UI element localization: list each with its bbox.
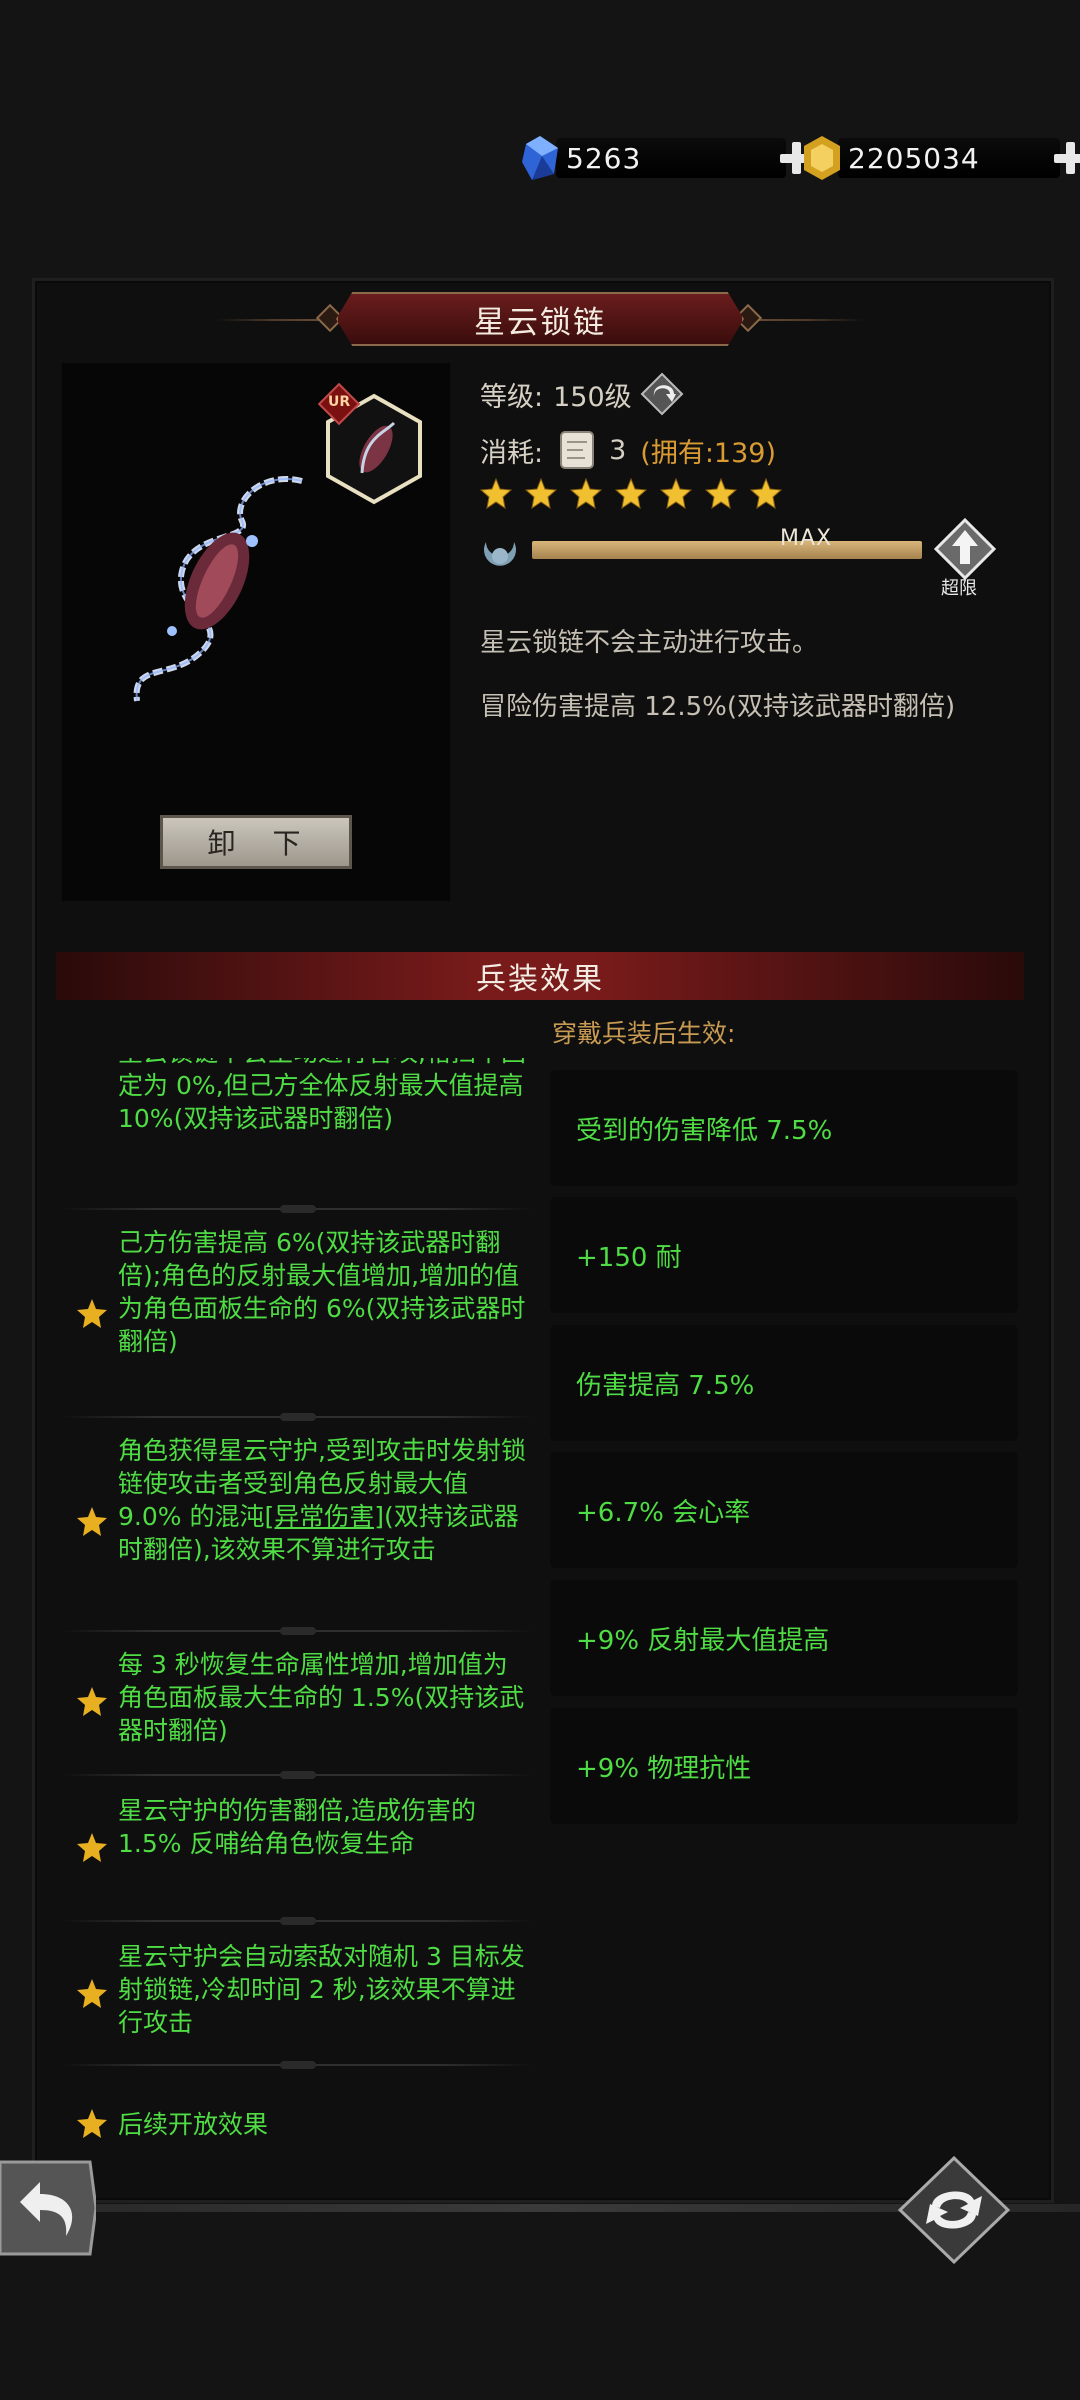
effect-text: 每 3 秒恢复生命属性增加,增加值为角色面板最大生命的 1.5%(双持该武器时翻… bbox=[118, 1650, 525, 1745]
attribute-card: +9% 反射最大值提高 bbox=[550, 1580, 1018, 1696]
effect-item: 星云锁链不会主动进行普攻,格挡率固定为 0%,但己方全体反射最大值提高 10%(… bbox=[56, 1058, 538, 1168]
level-value: 150级 bbox=[553, 381, 632, 413]
level-reset-icon[interactable] bbox=[640, 372, 684, 416]
star-rating bbox=[480, 478, 782, 510]
scroll-material-icon bbox=[560, 431, 595, 469]
weapon-description: 星云锁链不会主动进行攻击。 bbox=[480, 628, 819, 658]
back-arrow-icon[interactable] bbox=[0, 2158, 96, 2258]
gem-count: 5263 bbox=[556, 138, 786, 178]
star-icon bbox=[615, 478, 647, 510]
gold-icon bbox=[804, 136, 840, 180]
effect-divider bbox=[60, 1205, 534, 1213]
star-icon bbox=[77, 1979, 107, 2008]
star-icon bbox=[525, 478, 557, 510]
level-row: 等级: 150级 bbox=[480, 372, 684, 416]
chain-weapon-image bbox=[133, 476, 303, 702]
star-icon bbox=[480, 478, 512, 510]
effect-item: 星云守护会自动索敌对随机 3 目标发射锁链,冷却时间 2 秒,该效果不算进行攻击 bbox=[56, 1940, 538, 2050]
breakthrough-icon[interactable] bbox=[932, 518, 998, 580]
owned-count: (拥有:139) bbox=[640, 437, 776, 469]
star-icon bbox=[77, 1507, 107, 1536]
attribute-card: +9% 物理抗性 bbox=[550, 1708, 1018, 1824]
rarity-label: UR bbox=[328, 394, 351, 410]
cost-amount: 3 bbox=[609, 434, 627, 466]
title-divider bbox=[750, 319, 864, 321]
cost-row: 消耗: 3 (拥有:139) bbox=[480, 428, 776, 472]
level-progress-bar bbox=[532, 541, 922, 559]
weapon-bonus-description: 冒险伤害提高 12.5%(双持该武器时翻倍) bbox=[480, 692, 956, 722]
effect-item: 后续开放效果 bbox=[56, 2108, 538, 2140]
star-icon bbox=[77, 1833, 107, 1862]
effect-item: 己方伤害提高 6%(双持该武器时翻倍);角色的反射最大值增加,增加的值为角色面板… bbox=[56, 1226, 538, 1406]
attribute-card: 受到的伤害降低 7.5% bbox=[550, 1070, 1018, 1186]
attribute-card: +150 耐 bbox=[550, 1197, 1018, 1313]
effect-divider bbox=[60, 1627, 534, 1635]
star-icon bbox=[660, 478, 692, 510]
star-icon bbox=[570, 478, 602, 510]
star-icon bbox=[77, 1299, 107, 1328]
star-icon bbox=[77, 1687, 107, 1716]
progress-max-label: MAX bbox=[780, 526, 833, 551]
effect-text: 星云守护会自动索敌对随机 3 目标发射锁链,冷却时间 2 秒,该效果不算进行攻击 bbox=[118, 1942, 525, 2037]
gold-count: 2205034 bbox=[838, 138, 1060, 178]
attribute-card: +6.7% 会心率 bbox=[550, 1452, 1018, 1568]
effect-divider bbox=[60, 1917, 534, 1925]
title-bar: 星云锁链 bbox=[0, 292, 1080, 346]
effect-text: 角色获得星云守护,受到攻击时发射锁链使攻击者受到角色反射最大值 9.0% 的混沌… bbox=[118, 1434, 528, 1566]
unequip-button[interactable]: 卸 下 bbox=[160, 815, 352, 869]
effect-item: 角色获得星云守护,受到攻击时发射锁链使攻击者受到角色反射最大值 9.0% 的混沌… bbox=[56, 1434, 538, 1624]
effect-item: 每 3 秒恢复生命属性增加,增加值为角色面板最大生命的 1.5%(双持该武器时翻… bbox=[56, 1648, 538, 1758]
effect-divider bbox=[60, 1771, 534, 1779]
star-icon bbox=[750, 478, 782, 510]
effects-section-title: 兵装效果 bbox=[56, 952, 1024, 1000]
weapon-title: 星云锁链 bbox=[336, 292, 744, 346]
abnormal-damage-link[interactable]: [异常伤害] bbox=[264, 1502, 384, 1531]
effect-text: 星云锁链不会主动进行普攻,格挡率固定为 0%,但己方全体反射最大值提高 10%(… bbox=[118, 1058, 526, 1133]
gold-currency: 2205034 bbox=[800, 132, 1080, 184]
moon-icon bbox=[484, 542, 516, 566]
wear-effect-label: 穿戴兵装后生效: bbox=[552, 1019, 736, 1048]
effect-divider bbox=[60, 1413, 534, 1421]
cost-label: 消耗: bbox=[480, 437, 544, 469]
effects-list[interactable]: 星云锁链不会主动进行普攻,格挡率固定为 0%,但己方全体反射最大值提高 10%(… bbox=[56, 1058, 538, 2140]
level-label: 等级: bbox=[480, 381, 544, 413]
effect-text: 己方伤害提高 6%(双持该武器时翻倍);角色的反射最大值增加,增加的值为角色面板… bbox=[118, 1228, 526, 1356]
add-gold-button[interactable] bbox=[1050, 138, 1080, 178]
breakthrough-label[interactable]: 超限 bbox=[941, 574, 977, 600]
star-icon bbox=[705, 478, 737, 510]
swap-icon[interactable] bbox=[898, 2156, 1010, 2264]
star-icon bbox=[77, 2109, 107, 2138]
effect-text: 星云守护的伤害翻倍,造成伤害的 1.5% 反哺给角色恢复生命 bbox=[118, 1796, 476, 1858]
effect-item: 星云守护的伤害翻倍,造成伤害的 1.5% 反哺给角色恢复生命 bbox=[56, 1794, 538, 1904]
effect-text: 后续开放效果 bbox=[118, 2110, 269, 2139]
title-divider bbox=[216, 319, 330, 321]
attribute-card: 伤害提高 7.5% bbox=[550, 1325, 1018, 1441]
effect-divider bbox=[60, 2061, 534, 2069]
gem-icon bbox=[522, 136, 558, 180]
gem-currency: 5263 bbox=[518, 132, 816, 184]
